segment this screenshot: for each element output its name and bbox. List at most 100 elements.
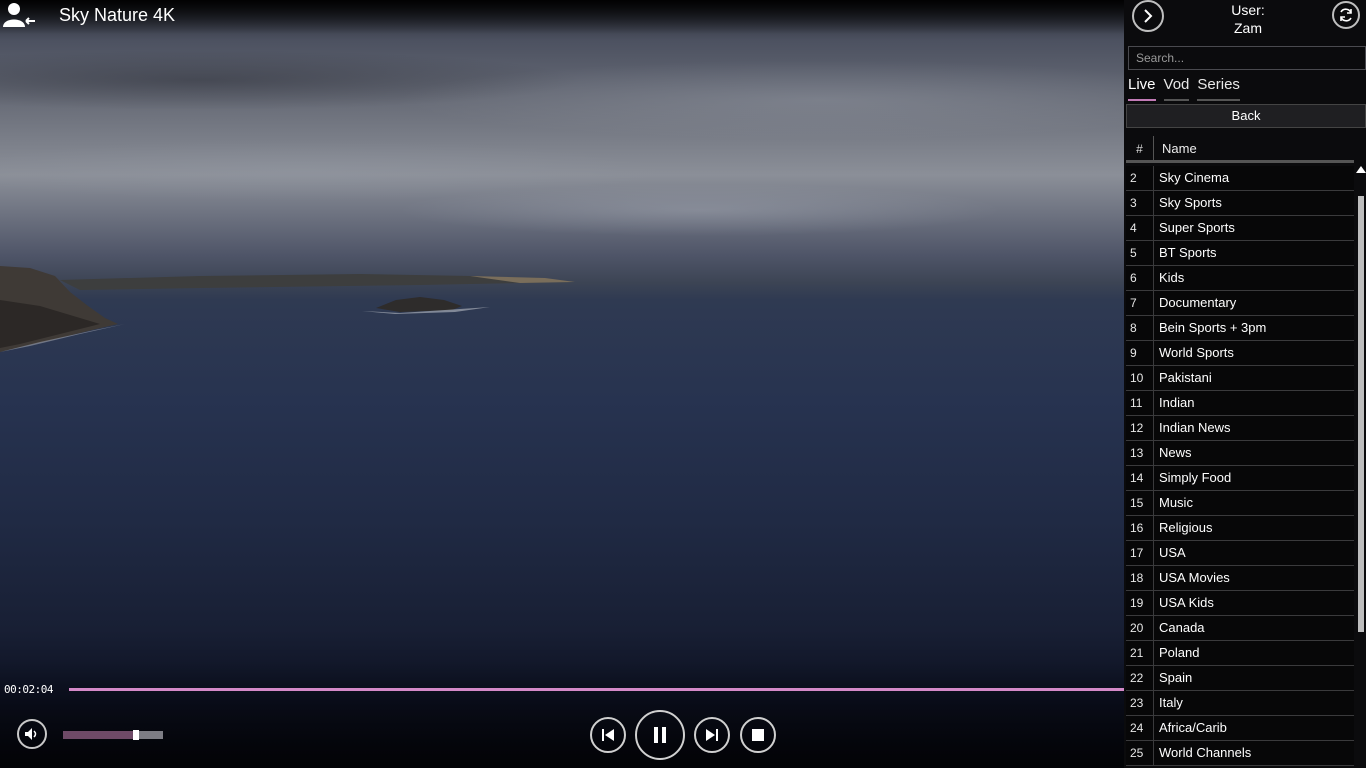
channel-row[interactable]: 17 USA bbox=[1126, 541, 1354, 566]
channel-row[interactable]: 12 Indian News bbox=[1126, 416, 1354, 441]
channel-row[interactable]: 22 Spain bbox=[1126, 666, 1354, 691]
search-input[interactable] bbox=[1128, 46, 1366, 70]
previous-button[interactable] bbox=[590, 717, 626, 753]
volume-button[interactable] bbox=[17, 719, 47, 749]
channel-row[interactable]: 14 Simply Food bbox=[1126, 466, 1354, 491]
channel-row[interactable]: 21 Poland bbox=[1126, 641, 1354, 666]
channel-name: Super Sports bbox=[1159, 220, 1235, 235]
channel-row[interactable]: 10 Pakistani bbox=[1126, 366, 1354, 391]
channel-number: 4 bbox=[1130, 221, 1137, 235]
next-button[interactable] bbox=[694, 717, 730, 753]
channel-name: News bbox=[1159, 445, 1192, 460]
channel-row[interactable]: 6 Kids bbox=[1126, 266, 1354, 291]
channel-name: Pakistani bbox=[1159, 370, 1212, 385]
column-divider bbox=[1153, 666, 1154, 690]
user-name: Zam bbox=[1234, 20, 1262, 36]
column-number-header[interactable]: # bbox=[1126, 136, 1154, 160]
stop-button[interactable] bbox=[740, 717, 776, 753]
volume-slider[interactable] bbox=[63, 730, 163, 740]
channel-number: 12 bbox=[1130, 421, 1144, 435]
channel-row[interactable]: 23 Italy bbox=[1126, 691, 1354, 716]
channel-name: USA bbox=[1159, 545, 1186, 560]
channel-row[interactable]: 8 Bein Sports + 3pm bbox=[1126, 316, 1354, 341]
column-divider bbox=[1153, 741, 1154, 765]
panel-toggle-button[interactable] bbox=[1132, 0, 1164, 32]
column-divider bbox=[1153, 466, 1154, 490]
channel-row[interactable]: 7 Documentary bbox=[1126, 291, 1354, 316]
column-divider bbox=[1153, 566, 1154, 590]
channel-row[interactable]: 16 Religious bbox=[1126, 516, 1354, 541]
speaker-icon bbox=[25, 728, 37, 740]
channel-row[interactable]: 3 Sky Sports bbox=[1126, 191, 1354, 216]
channel-number: 14 bbox=[1130, 471, 1144, 485]
column-divider bbox=[1153, 291, 1154, 315]
chevron-right-icon bbox=[1144, 9, 1153, 23]
channel-name: World Sports bbox=[1159, 345, 1234, 360]
channel-name: USA Kids bbox=[1159, 595, 1214, 610]
channel-row[interactable]: 24 Africa/Carib bbox=[1126, 716, 1354, 741]
column-divider bbox=[1153, 641, 1154, 665]
video-viewport[interactable] bbox=[0, 0, 1124, 768]
channel-name: World Channels bbox=[1159, 745, 1252, 760]
coastline-scene bbox=[0, 266, 575, 352]
column-divider bbox=[1153, 216, 1154, 240]
column-name-header[interactable]: Name bbox=[1162, 136, 1197, 162]
column-divider bbox=[1153, 341, 1154, 365]
channel-name: BT Sports bbox=[1159, 245, 1217, 260]
channel-name: Indian News bbox=[1159, 420, 1231, 435]
column-divider bbox=[1153, 166, 1154, 190]
tab-series[interactable]: Series bbox=[1197, 76, 1240, 101]
channel-name: Bein Sports + 3pm bbox=[1159, 320, 1267, 335]
channel-row[interactable]: 11 Indian bbox=[1126, 391, 1354, 416]
channel-row[interactable]: 18 USA Movies bbox=[1126, 566, 1354, 591]
channel-name: Spain bbox=[1159, 670, 1193, 685]
channel-name: Italy bbox=[1159, 695, 1183, 710]
channel-row[interactable]: 4 Super Sports bbox=[1126, 216, 1354, 241]
scroll-thumb[interactable] bbox=[1358, 196, 1364, 632]
channel-number: 10 bbox=[1130, 371, 1144, 385]
channel-list-scrollbar[interactable] bbox=[1356, 166, 1366, 632]
channel-row[interactable]: 2 Sky Cinema bbox=[1126, 166, 1354, 191]
next-icon bbox=[706, 729, 718, 741]
channel-name: Kids bbox=[1159, 270, 1185, 285]
channel-name: Indian bbox=[1159, 395, 1195, 410]
pause-icon bbox=[654, 727, 666, 743]
column-divider bbox=[1153, 616, 1154, 640]
tab-live[interactable]: Live bbox=[1128, 76, 1156, 101]
channel-name: Poland bbox=[1159, 645, 1200, 660]
channel-number: 11 bbox=[1130, 396, 1143, 410]
pause-button[interactable] bbox=[635, 710, 685, 760]
column-divider bbox=[1153, 191, 1154, 215]
channel-number: 17 bbox=[1130, 546, 1144, 560]
channel-number: 25 bbox=[1130, 746, 1144, 760]
seek-bar[interactable] bbox=[69, 688, 1124, 691]
channel-row[interactable]: 20 Canada bbox=[1126, 616, 1354, 641]
column-divider bbox=[1153, 441, 1154, 465]
scroll-up-arrow-icon[interactable] bbox=[1356, 166, 1366, 173]
channel-row[interactable]: 25 World Channels bbox=[1126, 741, 1354, 766]
channel-row[interactable]: 9 World Sports bbox=[1126, 341, 1354, 366]
channel-number: 18 bbox=[1130, 571, 1144, 585]
user-back-icon[interactable] bbox=[3, 2, 35, 28]
channel-number: 23 bbox=[1130, 696, 1144, 710]
seek-progress bbox=[69, 688, 1124, 691]
channel-number: 5 bbox=[1130, 246, 1137, 260]
tab-vod[interactable]: Vod bbox=[1163, 76, 1190, 101]
channel-number: 3 bbox=[1130, 196, 1137, 210]
channel-row[interactable]: 13 News bbox=[1126, 441, 1354, 466]
column-divider bbox=[1153, 241, 1154, 265]
column-divider bbox=[1153, 591, 1154, 615]
channel-row[interactable]: 5 BT Sports bbox=[1126, 241, 1354, 266]
channel-row[interactable]: 15 Music bbox=[1126, 491, 1354, 516]
channel-name: Music bbox=[1159, 495, 1193, 510]
video-bottom-shade bbox=[0, 660, 1124, 768]
back-button[interactable]: Back bbox=[1126, 104, 1366, 128]
channel-number: 8 bbox=[1130, 321, 1137, 335]
refresh-button[interactable] bbox=[1332, 1, 1360, 29]
channel-name: Canada bbox=[1159, 620, 1205, 635]
refresh-icon bbox=[1340, 8, 1352, 22]
channel-name: Documentary bbox=[1159, 295, 1237, 310]
volume-thumb[interactable] bbox=[133, 730, 139, 740]
channel-row[interactable]: 19 USA Kids bbox=[1126, 591, 1354, 616]
user-label: User: bbox=[1231, 2, 1265, 18]
